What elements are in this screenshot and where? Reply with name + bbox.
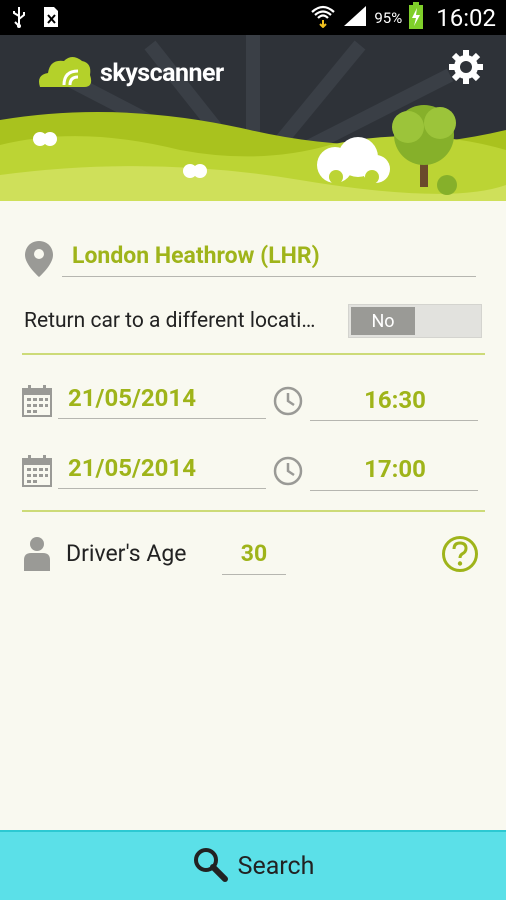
skyscanner-logo: skyscanner — [34, 53, 224, 93]
status-bar: 95% 16:02 — [0, 0, 506, 35]
calendar-icon — [22, 455, 52, 491]
app-header: skyscanner — [0, 35, 506, 201]
help-icon[interactable] — [441, 535, 479, 577]
return-location-label: Return car to a different locati… — [24, 309, 316, 333]
driver-age-value: 30 — [240, 540, 268, 567]
pickup-date-value: 21/05/2014 — [68, 384, 196, 412]
calendar-icon — [22, 385, 52, 421]
search-label: Search — [237, 851, 315, 881]
gear-icon — [449, 50, 483, 84]
driver-age-label: Driver's Age — [66, 540, 187, 567]
clock-icon — [273, 386, 303, 420]
divider — [22, 353, 485, 355]
location-pin-icon — [24, 240, 54, 282]
pickup-location-value: London Heathrow (LHR) — [72, 242, 320, 269]
app-name: skyscanner — [100, 58, 224, 88]
search-button[interactable]: Search — [0, 830, 506, 900]
divider — [22, 510, 485, 512]
search-icon — [192, 846, 228, 886]
return-location-toggle[interactable]: No — [348, 304, 482, 338]
person-icon — [22, 536, 52, 576]
wifi-icon — [310, 4, 336, 32]
dropoff-time-value: 17:00 — [364, 455, 426, 483]
toggle-knob: No — [351, 307, 415, 335]
usb-icon — [10, 6, 28, 32]
status-time: 16:02 — [436, 4, 496, 32]
battery-percent: 95% — [374, 9, 403, 27]
clock-icon — [273, 456, 303, 490]
settings-button[interactable] — [448, 49, 484, 85]
signal-icon — [342, 5, 368, 31]
battery-charging-icon — [408, 2, 424, 34]
pickup-time-value: 16:30 — [364, 386, 426, 414]
skyscanner-cloud-icon — [34, 53, 94, 93]
dropoff-date-value: 21/05/2014 — [68, 454, 196, 482]
sim-card-icon — [42, 6, 60, 32]
